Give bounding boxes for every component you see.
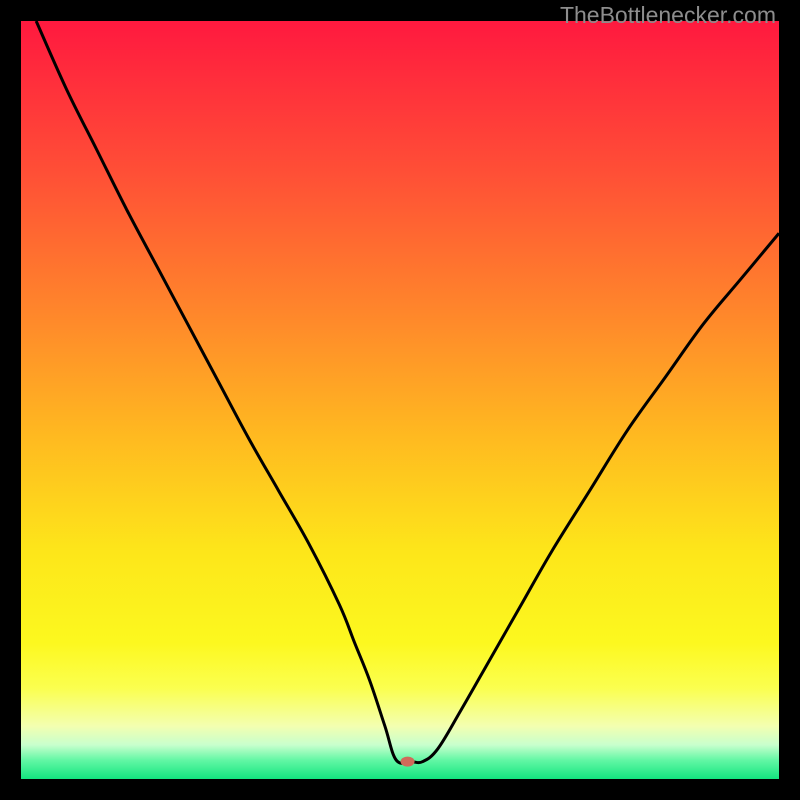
watermark-text: TheBottlenecker.com (560, 2, 776, 29)
gradient-background (21, 21, 779, 779)
optimal-point-marker (401, 757, 415, 767)
bottleneck-chart (21, 21, 779, 779)
chart-frame: TheBottlenecker.com (0, 0, 800, 800)
